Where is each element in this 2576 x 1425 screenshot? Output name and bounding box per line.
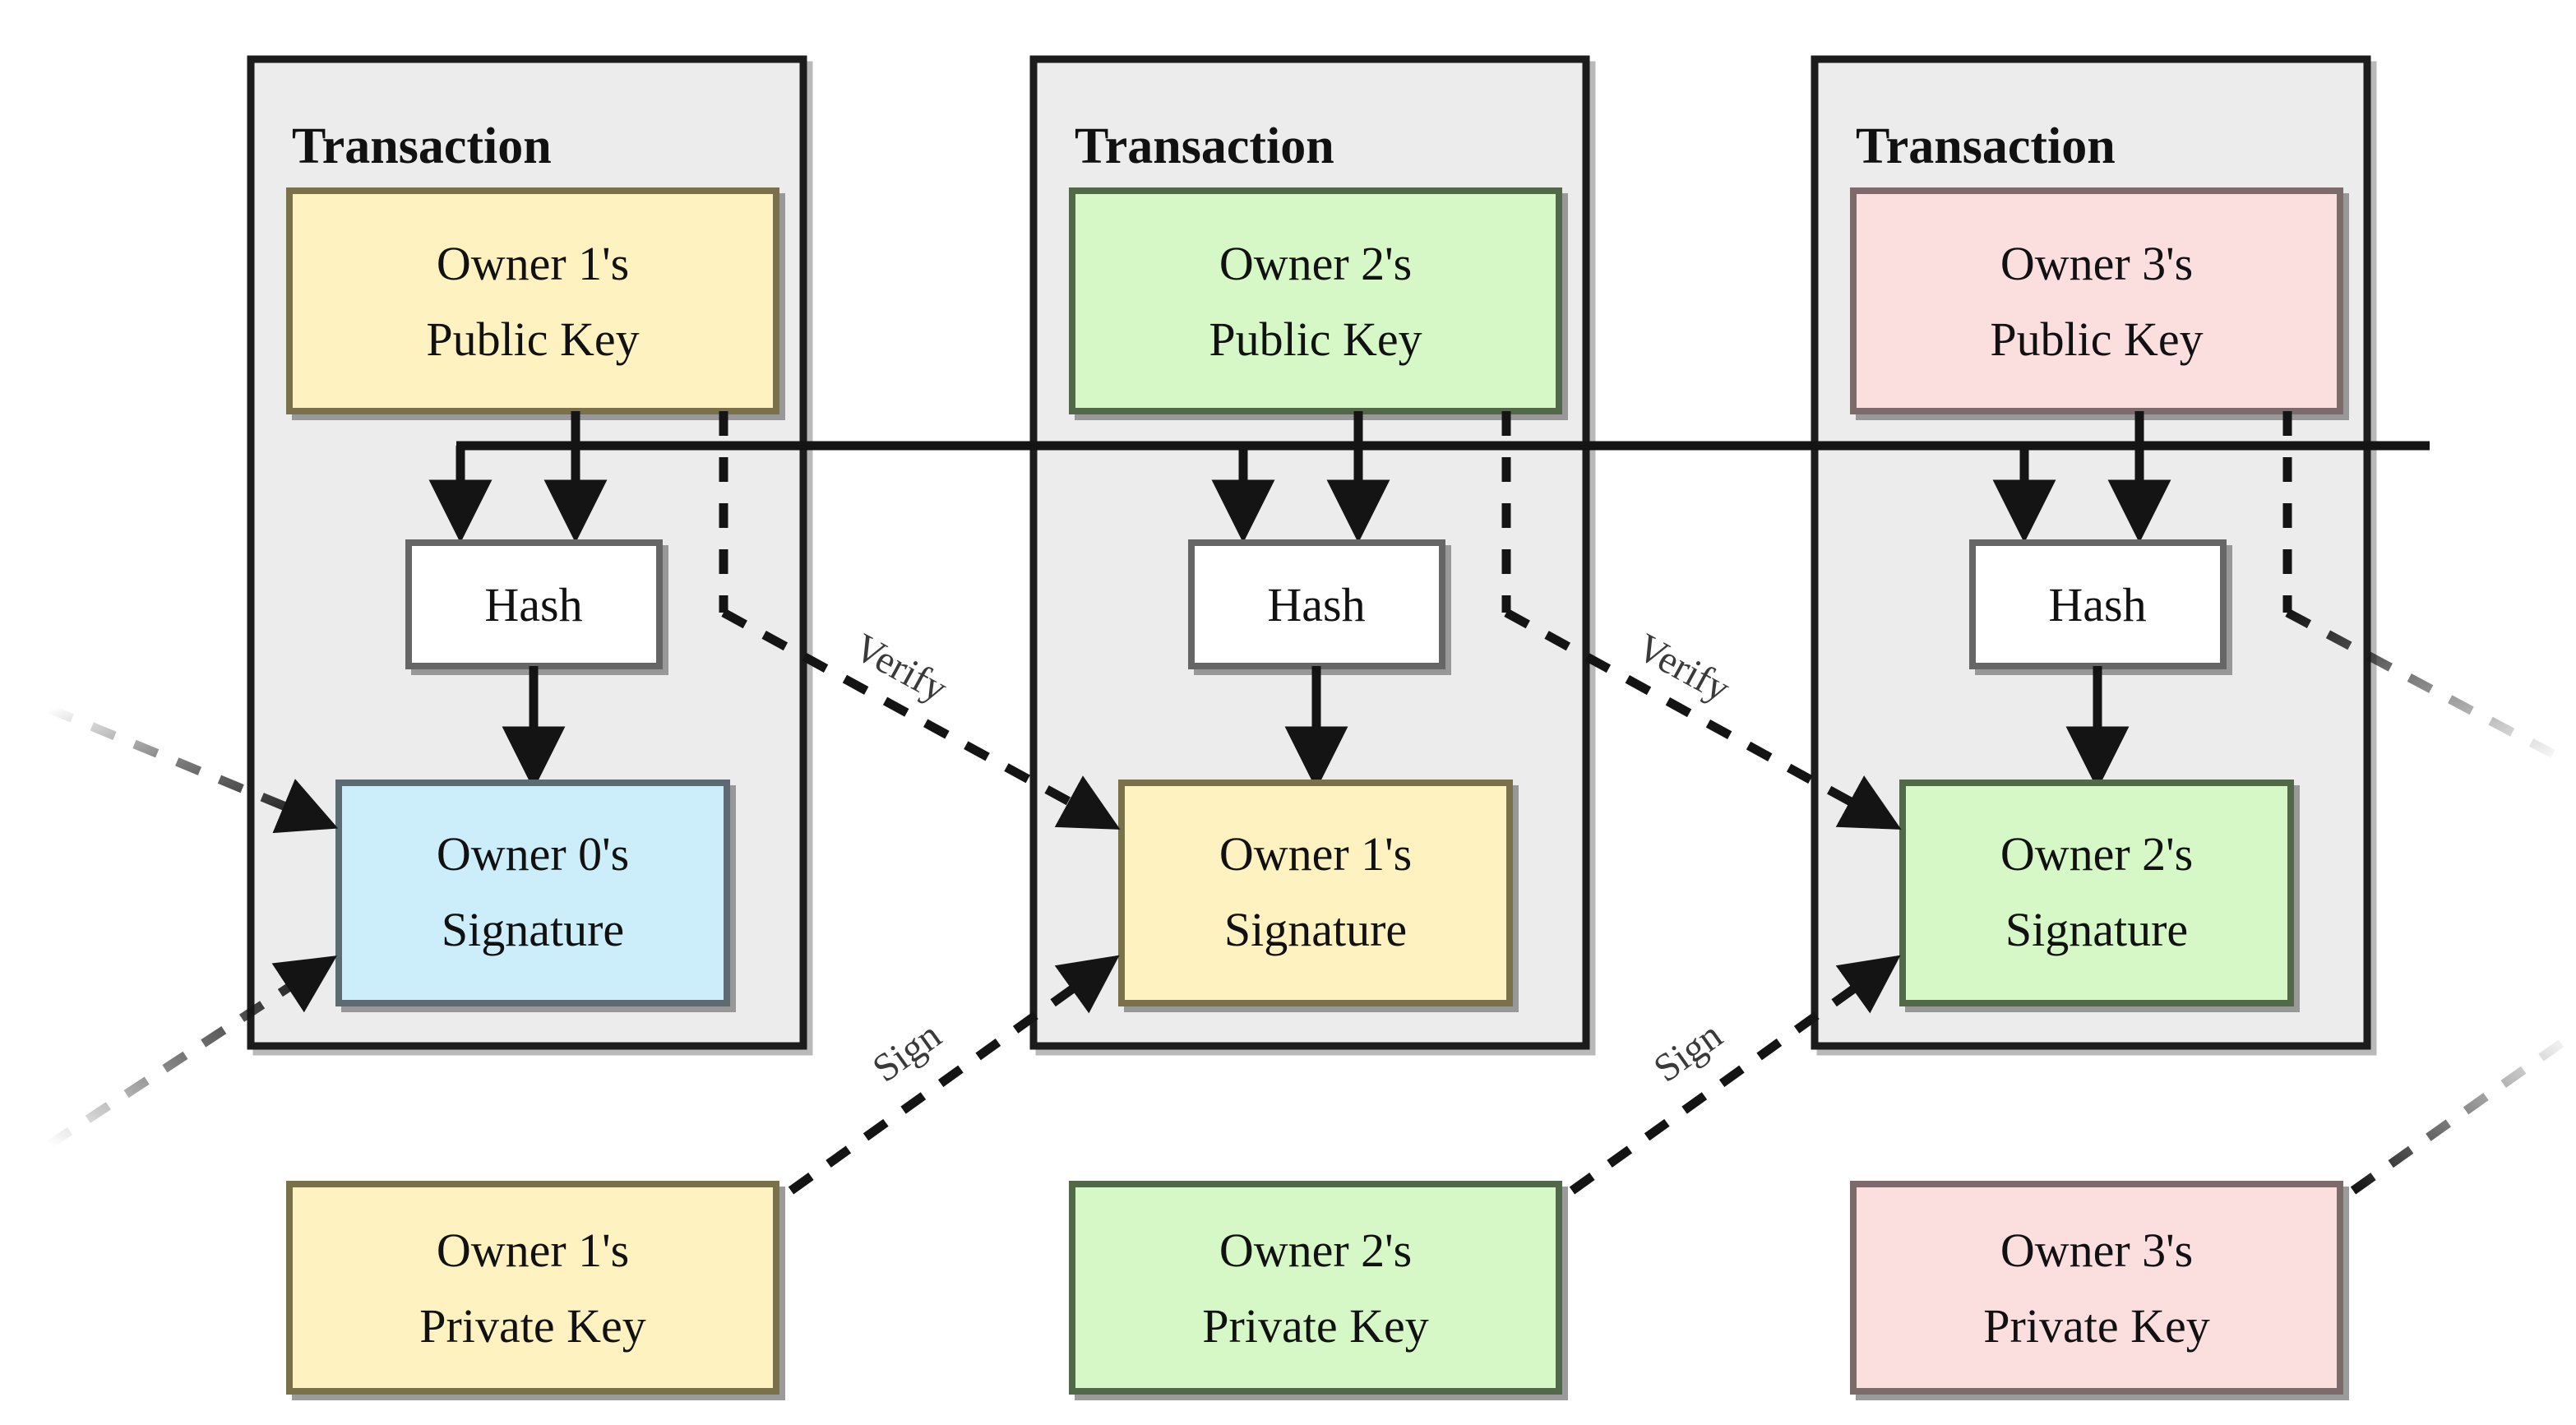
- tx2-signature-line1: Owner 1's: [1219, 827, 1412, 881]
- diagram-canvas: Transaction Transaction Transaction Owne…: [0, 0, 2576, 1425]
- tx1-signature-box[interactable]: Owner 0's Signature: [335, 780, 730, 1006]
- transaction-panel-2-title: Transaction: [1075, 118, 1334, 174]
- sign-label-2: Sign: [1646, 1013, 1730, 1090]
- transaction-panel-1-title: Transaction: [292, 118, 552, 174]
- tx1-public-key-line2: Public Key: [426, 312, 639, 366]
- tx1-public-key-box[interactable]: Owner 1's Public Key: [286, 187, 779, 414]
- tx2-public-key-line1: Owner 2's: [1219, 237, 1412, 290]
- sign-line-1: Sign: [788, 955, 1120, 1195]
- tx2-signature-rect: [1118, 780, 1513, 1006]
- tx1-public-key-line1: Owner 1's: [437, 237, 629, 290]
- private-key-3-line1: Owner 3's: [2000, 1224, 2193, 1277]
- tx3-signature-box[interactable]: Owner 2's Signature: [1899, 780, 2294, 1006]
- private-key-2-rect: [1069, 1181, 1562, 1395]
- transaction-chain-diagram: Transaction Transaction Transaction Owne…: [46, 55, 2576, 1395]
- tx3-signature-rect: [1899, 780, 2294, 1006]
- tx1-signature-line1: Owner 0's: [437, 827, 629, 881]
- sign-arrow-incoming: [46, 955, 337, 1149]
- tx3-public-key-line1: Owner 3's: [2000, 237, 2193, 290]
- private-key-box-2[interactable]: Owner 2's Private Key: [1069, 1181, 1562, 1395]
- transaction-panel-3-title: Transaction: [1856, 118, 2116, 174]
- tx1-signature-line2: Signature: [442, 903, 624, 956]
- sign-arrow-2: [1569, 955, 1901, 1195]
- tx3-public-key-rect: [1850, 187, 2343, 414]
- tx1-public-key-rect: [286, 187, 779, 414]
- private-key-2-line2: Private Key: [1202, 1299, 1428, 1353]
- private-key-1-line1: Owner 1's: [437, 1224, 629, 1277]
- tx2-public-key-line2: Public Key: [1209, 312, 1422, 366]
- private-key-2-line1: Owner 2's: [1219, 1224, 1412, 1277]
- verify-label-2: Verify: [1630, 625, 1737, 710]
- sign-arrow-outgoing: [2350, 1030, 2576, 1195]
- tx3-public-key-line2: Public Key: [1990, 312, 2203, 366]
- tx2-signature-line2: Signature: [1224, 903, 1407, 956]
- tx2-hash-box[interactable]: Hash: [1188, 539, 1445, 669]
- tx2-signature-box[interactable]: Owner 1's Signature: [1118, 780, 1513, 1006]
- tx3-hash-box[interactable]: Hash: [1969, 539, 2227, 669]
- tx3-signature-line2: Signature: [2005, 903, 2188, 956]
- tx2-public-key-rect: [1069, 187, 1562, 414]
- private-key-3-line2: Private Key: [1983, 1299, 2209, 1353]
- sign-line-incoming: [46, 955, 337, 1149]
- sign-line-2: Sign: [1569, 955, 1901, 1195]
- sign-arrow-1: [788, 955, 1120, 1195]
- private-key-1-rect: [286, 1181, 779, 1395]
- tx1-hash-label: Hash: [484, 578, 582, 632]
- private-key-3-rect: [1850, 1181, 2343, 1395]
- tx2-public-key-box[interactable]: Owner 2's Public Key: [1069, 187, 1562, 414]
- tx3-hash-label: Hash: [2048, 578, 2146, 632]
- tx1-signature-rect: [335, 780, 730, 1006]
- sign-label-1: Sign: [865, 1013, 949, 1090]
- private-key-1-line2: Private Key: [419, 1299, 645, 1353]
- tx1-hash-box[interactable]: Hash: [405, 539, 663, 669]
- private-key-box-3[interactable]: Owner 3's Private Key: [1850, 1181, 2343, 1395]
- tx2-hash-label: Hash: [1267, 578, 1365, 632]
- private-key-box-1[interactable]: Owner 1's Private Key: [286, 1181, 779, 1395]
- tx3-signature-line1: Owner 2's: [2000, 827, 2193, 881]
- verify-label-1: Verify: [847, 625, 955, 710]
- tx3-public-key-box[interactable]: Owner 3's Public Key: [1850, 187, 2343, 414]
- sign-line-outgoing: [2350, 1030, 2576, 1195]
